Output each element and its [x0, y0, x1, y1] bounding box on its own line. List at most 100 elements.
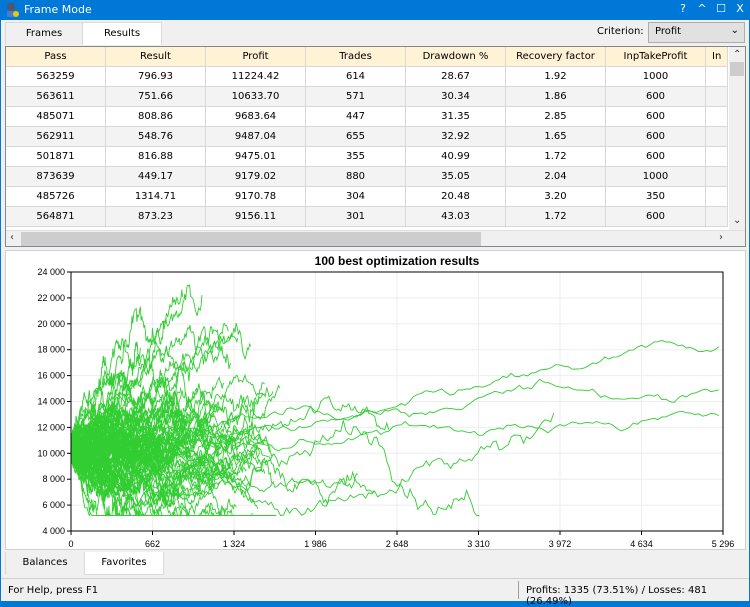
- table-cell: [706, 187, 728, 206]
- y-tick-label: 6 000: [42, 500, 65, 510]
- table-cell: 1000: [606, 67, 706, 86]
- x-tick-label: 5 296: [712, 539, 735, 549]
- results-table: Pass Result Profit Trades Drawdown % Recovery…: [5, 46, 746, 247]
- column-header[interactable]: Profit: [206, 47, 306, 66]
- column-header[interactable]: Trades: [306, 47, 406, 66]
- table-cell: [706, 147, 728, 166]
- y-tick-label: 4 000: [42, 526, 65, 536]
- y-tick-label: 24 000: [37, 267, 65, 277]
- x-tick-label: 0: [68, 539, 73, 549]
- table-cell: 1.72: [506, 207, 606, 226]
- maximize-button[interactable]: ☐: [713, 2, 729, 15]
- app-icon: [7, 3, 19, 17]
- tab-favorites[interactable]: Favorites: [84, 552, 164, 575]
- status-summary: Profits: 1335 (73.51%) / Losses: 481 (26…: [526, 585, 708, 607]
- title-bar: Frame Mode ? ^ ☐ X: [0, 0, 750, 20]
- table-cell: 751.66: [106, 87, 206, 106]
- table-cell: 564871: [6, 207, 106, 226]
- status-bar: For Help, press F1 Profits: 1335 (73.51%…: [1, 578, 749, 607]
- vertical-scrollbar[interactable]: ⌃ ⌄: [729, 47, 745, 231]
- table-cell: 9156.11: [206, 207, 306, 226]
- table-cell: 873.23: [106, 207, 206, 226]
- table-row[interactable]: 564871 873.23 9156.11 301 43.03 1.72 600: [6, 207, 728, 227]
- y-tick-label: 8 000: [42, 474, 65, 484]
- optimization-chart: 100 best optimization results 0 662 1 324 1 …: [37, 254, 735, 549]
- y-tick-label: 10 000: [37, 448, 65, 458]
- horizontal-scrollbar[interactable]: ‹ ›: [6, 230, 745, 246]
- y-tick-label: 20 000: [37, 319, 65, 329]
- table-row[interactable]: 562911 548.76 9487.04 655 32.92 1.65 600: [6, 127, 728, 147]
- y-tick-label: 16 000: [37, 371, 65, 381]
- table-cell: 35.05: [406, 167, 506, 186]
- table-cell: 30.34: [406, 87, 506, 106]
- table-cell: [706, 207, 728, 226]
- scroll-left-icon[interactable]: ‹: [10, 232, 14, 243]
- table-row[interactable]: 563611 751.66 10633.70 571 30.34 1.86 600: [6, 87, 728, 107]
- tab-results[interactable]: Results: [82, 22, 162, 45]
- table-cell: 600: [606, 87, 706, 106]
- scroll-up-icon[interactable]: ⌃: [733, 49, 741, 60]
- main-window: Frames Results Criterion: Profit ⌄ Pass R…: [1, 20, 749, 607]
- table-cell: 301: [306, 207, 406, 226]
- table-cell: 816.88: [106, 147, 206, 166]
- column-header[interactable]: Result: [106, 47, 206, 66]
- table-cell: 600: [606, 107, 706, 126]
- table-cell: 9475.01: [206, 147, 306, 166]
- x-tick-label: 1 324: [223, 539, 246, 549]
- table-row[interactable]: 485071 808.86 9683.64 447 31.35 2.85 600: [6, 107, 728, 127]
- table-header: Pass Result Profit Trades Drawdown % Recovery…: [6, 47, 728, 67]
- chevron-down-icon: ⌄: [730, 25, 739, 36]
- table-cell: 9179.02: [206, 167, 306, 186]
- table-cell: 3.20: [506, 187, 606, 206]
- table-cell: 1.86: [506, 87, 606, 106]
- table-cell: 614: [306, 67, 406, 86]
- table-row[interactable]: 563259 796.93 11224.42 614 28.67 1.92 1000: [6, 67, 728, 87]
- table-cell: 1.65: [506, 127, 606, 146]
- tab-balances[interactable]: Balances: [5, 552, 85, 575]
- y-tick-label: 22 000: [37, 293, 65, 303]
- column-header[interactable]: Recovery factor: [506, 47, 606, 66]
- column-header[interactable]: Drawdown %: [406, 47, 506, 66]
- table-cell: 2.85: [506, 107, 606, 126]
- table-cell: [706, 67, 728, 86]
- chart-panel: 100 best optimization results 0 662 1 324 1 …: [5, 250, 746, 550]
- table-cell: 32.92: [406, 127, 506, 146]
- table-cell: 571: [306, 87, 406, 106]
- table-row[interactable]: 485726 1314.71 9170.78 304 20.48 3.20 350: [6, 187, 728, 207]
- window-title: Frame Mode: [24, 3, 92, 16]
- table-row[interactable]: 501871 816.88 9475.01 355 40.99 1.72 600: [6, 147, 728, 167]
- table-cell: 1000: [606, 167, 706, 186]
- scroll-right-icon[interactable]: ›: [719, 232, 723, 243]
- table-cell: 350: [606, 187, 706, 206]
- table-cell: 2.04: [506, 167, 606, 186]
- y-tick-label: 18 000: [37, 345, 65, 355]
- collapse-button[interactable]: ^: [694, 2, 710, 15]
- tab-frames[interactable]: Frames: [5, 22, 83, 45]
- table-cell: 355: [306, 147, 406, 166]
- table-cell: [706, 107, 728, 126]
- table-cell: 1314.71: [106, 187, 206, 206]
- vertical-scroll-thumb[interactable]: [730, 62, 744, 76]
- table-cell: 40.99: [406, 147, 506, 166]
- table-cell: 10633.70: [206, 87, 306, 106]
- table-cell: 9683.64: [206, 107, 306, 126]
- scroll-down-icon[interactable]: ⌄: [733, 215, 741, 226]
- column-header[interactable]: Pass: [6, 47, 106, 66]
- help-button[interactable]: ?: [675, 2, 691, 15]
- table-cell: 548.76: [106, 127, 206, 146]
- table-cell: 28.67: [406, 67, 506, 86]
- close-button[interactable]: X: [732, 2, 748, 15]
- column-header[interactable]: InpTakeProfit: [606, 47, 706, 66]
- y-tick-label: 14 000: [37, 397, 65, 407]
- y-tick-label: 12 000: [37, 422, 65, 432]
- x-tick-label: 3 972: [549, 539, 572, 549]
- table-cell: 600: [606, 207, 706, 226]
- criterion-select[interactable]: Profit ⌄: [648, 22, 745, 43]
- table-cell: [706, 167, 728, 186]
- table-cell: 563611: [6, 87, 106, 106]
- table-row[interactable]: 873639 449.17 9179.02 880 35.05 2.04 1000: [6, 167, 728, 187]
- horizontal-scroll-thumb[interactable]: [21, 232, 481, 246]
- column-header[interactable]: In: [706, 47, 728, 66]
- criterion-label: Criterion:: [597, 26, 644, 37]
- status-help: For Help, press F1: [8, 585, 99, 596]
